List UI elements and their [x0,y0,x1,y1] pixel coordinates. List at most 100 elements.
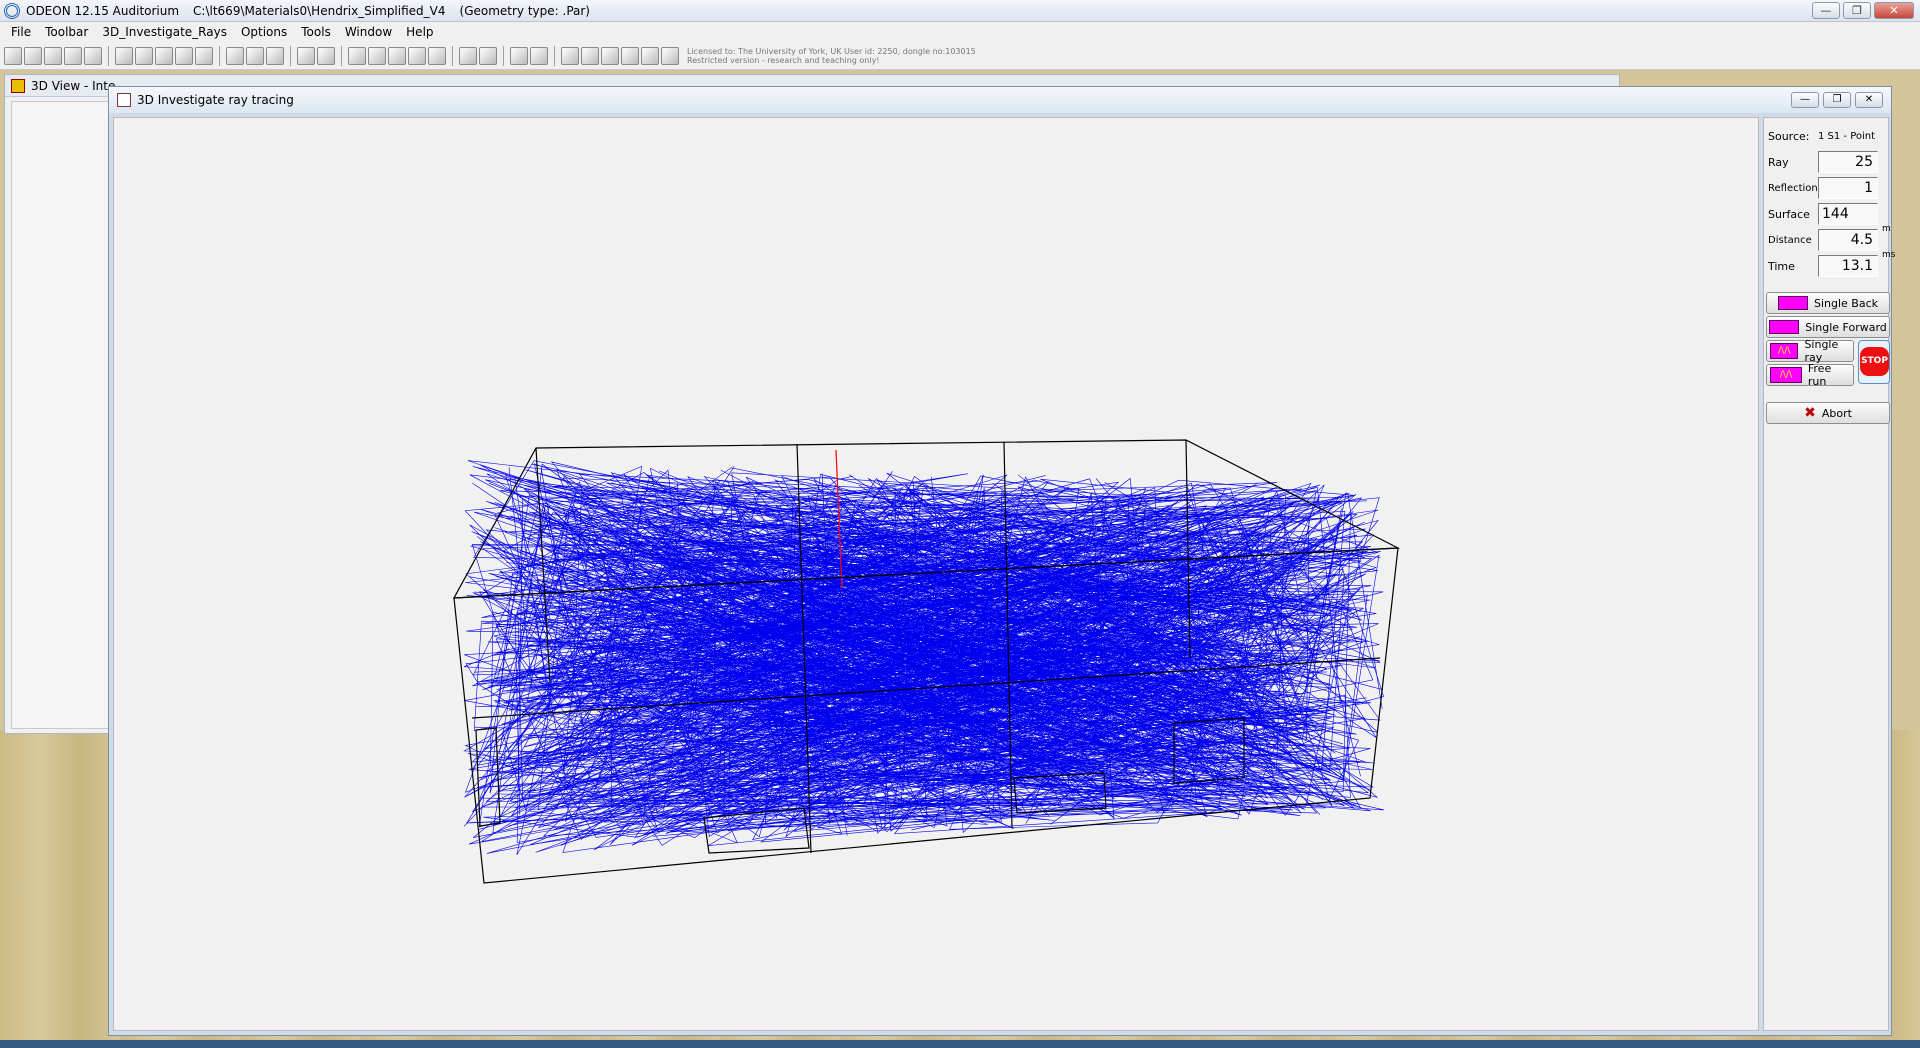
investigate-ray-titlebar: 3D Investigate ray tracing — ❐ ✕ [109,87,1891,113]
menu-options[interactable]: Options [234,25,294,39]
toolbar-separator [290,45,291,66]
reflection-label: Reflection [1768,182,1818,194]
single-back-label: Single Back [1813,296,1879,310]
close-button[interactable]: ✕ [1874,2,1914,19]
time-label: Time [1768,259,1795,273]
info-icon[interactable] [226,46,244,65]
layers-icon[interactable] [459,46,477,65]
time-row: Time 13.1 ms [1768,250,1895,278]
time-field: 13.1 [1818,255,1878,277]
license-line-2: Restricted version - research and teachi… [687,55,880,65]
investigate-ray-window: 3D Investigate ray tracing — ❐ ✕ Source:… [108,86,1895,1036]
free-run-button[interactable]: /\/\ Free run [1766,362,1854,388]
sources-icon[interactable] [266,46,284,65]
single-ray-button[interactable]: /\/\ Single ray [1766,338,1854,364]
grid-icon[interactable] [195,46,213,65]
zigzag-run-icon: /\/\ [1770,367,1802,383]
toolbar-separator [341,45,342,66]
menu-3d-investigate-rays[interactable]: 3D_Investigate_Rays [95,25,234,39]
single-ray-label: Single ray [1804,338,1839,364]
points-icon[interactable] [479,46,497,65]
toolbar-separator [219,45,220,66]
window-restore-button[interactable]: ❐ [1823,92,1851,108]
ray-row: Ray 25 [1768,150,1890,174]
print-icon[interactable] [84,46,102,65]
view-3d-title: 3D View - Inte [31,78,116,93]
ray-paths [463,460,1385,856]
single-forward-label: Single Forward [1805,320,1887,334]
ray-tracing-view[interactable] [113,117,1759,1031]
minimize-button[interactable]: — [1812,2,1840,19]
distance-row: Distance 4.5 m [1768,224,1891,252]
source-value: 1 S1 - Point [1818,130,1876,142]
menu-tools[interactable]: Tools [294,25,338,39]
save-icon[interactable] [44,46,62,65]
investigate-ray-title: 3D Investigate ray tracing [137,93,294,107]
toolbar: Licensed to: The University of York, UK … [0,42,1920,70]
surface-row: Surface 144 [1768,202,1890,226]
menu-file[interactable]: File [4,25,38,39]
settings-icon[interactable] [388,46,406,65]
calc-icon[interactable] [368,46,386,65]
single-forward-button[interactable]: Single Forward [1766,316,1890,338]
menu-toolbar[interactable]: Toolbar [38,25,95,39]
chart-icon[interactable] [175,46,193,65]
source-label: Source: [1768,129,1810,143]
open-folder-icon[interactable] [4,46,22,65]
ray-field[interactable]: 25 [1818,151,1878,173]
toolbar-separator [503,45,504,66]
abort-x-icon: ✖ [1804,405,1816,421]
view-3d-icon [11,78,25,93]
lightbulb-icon[interactable] [661,46,679,65]
arrow-right-icon [1769,320,1800,334]
view-3d-icon[interactable] [135,46,153,65]
zigzag-ray-icon: /\/\ [1770,343,1799,359]
toolbar-separator [108,45,109,66]
wave-icon[interactable] [621,46,639,65]
investigate-rays-icon[interactable] [510,46,528,65]
toolbar-separator [452,45,453,66]
license-line-1: Licensed to: The University of York, UK … [687,46,976,56]
app-title: ODEON 12.15 Auditorium [26,3,180,18]
tools-icon[interactable] [348,46,366,65]
distance-label: Distance [1768,234,1812,246]
receiver-icon[interactable] [317,46,335,65]
restore-button[interactable]: ❐ [1843,2,1871,19]
ray-tracing-icon[interactable] [530,46,548,65]
window-minimize-button[interactable]: — [1791,92,1819,108]
edit-icon[interactable] [64,46,82,65]
ray-tracing-canvas [452,439,1401,884]
app-titlebar: ODEON 12.15 Auditorium C:\lt669\Material… [0,0,1920,22]
surface-field[interactable]: 144 [1818,203,1878,225]
abort-button[interactable]: ✖ Abort [1766,402,1890,424]
room-3d-icon[interactable] [115,46,133,65]
response-icon[interactable] [641,46,659,65]
menu-window[interactable]: Window [338,25,399,39]
open-room-icon[interactable] [24,46,42,65]
sources-list-icon[interactable] [601,46,619,65]
materials-icon[interactable] [246,46,264,65]
reflection-field[interactable]: 1 [1818,177,1878,199]
abort-label: Abort [1821,406,1852,420]
reflection-row: Reflection 1 [1768,176,1890,200]
stop-sign-icon: STOP [1860,347,1889,376]
time-unit: ms [1882,250,1896,260]
geometry-type: (Geometry type: .Par) [459,3,590,18]
free-run-label: Free run [1807,362,1832,388]
surface-label: Surface [1768,207,1810,221]
bars-icon[interactable] [428,46,446,65]
ray-label: Ray [1768,155,1789,169]
single-back-button[interactable]: Single Back [1766,292,1890,314]
toolbar-separator [554,45,555,66]
triangle-icon[interactable] [408,46,426,65]
menu-help[interactable]: Help [399,25,440,39]
taskbar [0,1040,1920,1048]
ray-3d-icon[interactable] [561,46,579,65]
stop-button[interactable]: STOP [1858,340,1890,384]
speaker-icon[interactable] [297,46,315,65]
window-close-button[interactable]: ✕ [1855,92,1883,108]
distance-field: 4.5 [1818,229,1878,251]
graph-icon[interactable] [155,46,173,65]
odeon-app-icon [4,2,20,19]
ray-3d-alt-icon[interactable] [581,46,599,65]
